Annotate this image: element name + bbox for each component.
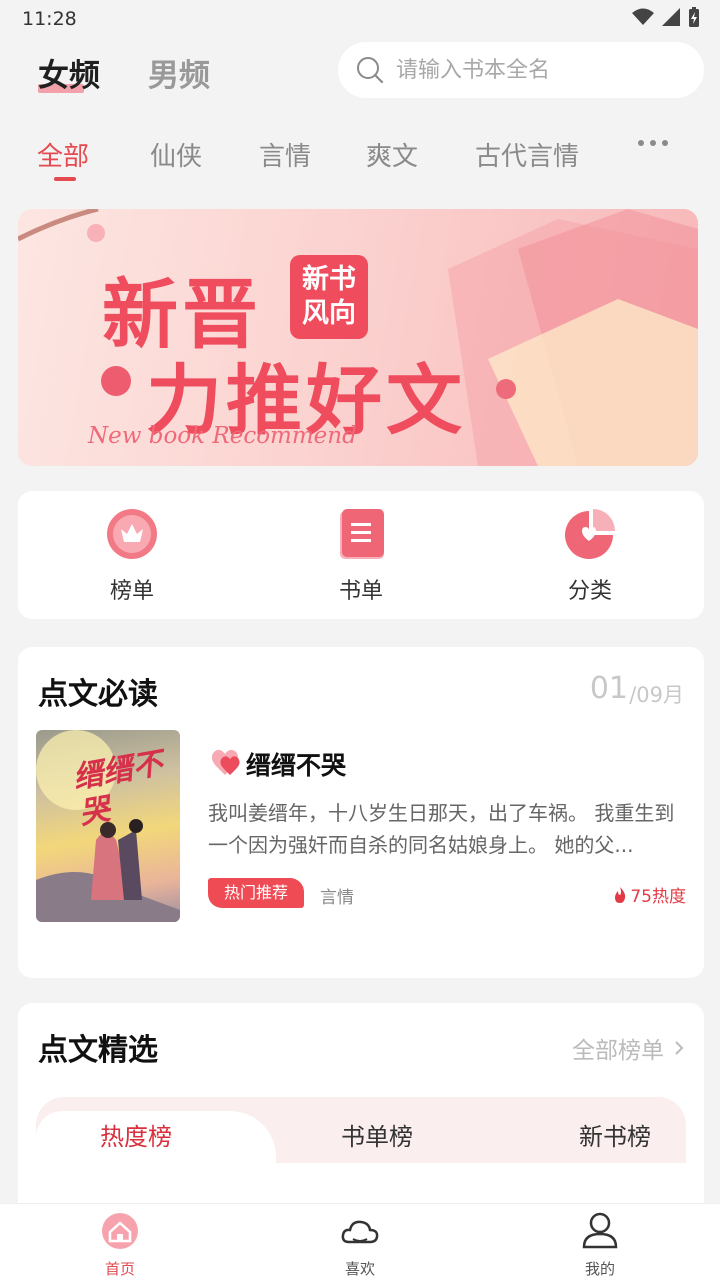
- status-time: 11:28: [22, 8, 77, 30]
- section-title-selection: 点文精选: [38, 1033, 158, 1068]
- tab-hot-ranking[interactable]: 热度榜: [100, 1117, 172, 1152]
- crown-icon: [107, 509, 157, 559]
- date-month: /09月: [629, 683, 684, 707]
- must-read-card: 点文必读 01 /09月 缙缙不哭 缙缙不哭 我叫姜缙年，十八岁生日那天，出了车…: [18, 647, 704, 978]
- category-tab-all[interactable]: 全部: [37, 136, 89, 173]
- genre-label: 言情: [320, 888, 354, 908]
- quick-entry-ranking[interactable]: 榜单: [72, 509, 192, 605]
- banner-badge-line2: 风向: [302, 298, 356, 329]
- home-icon: [102, 1213, 138, 1249]
- wifi-icon: [632, 8, 654, 25]
- status-icons: [632, 7, 700, 27]
- flame-icon: [615, 886, 626, 903]
- heart-badge-icon: [211, 749, 240, 775]
- more-categories-button[interactable]: [638, 140, 668, 146]
- quick-entry-label: 分类: [567, 579, 612, 604]
- search-icon: [357, 57, 384, 84]
- banner-badge: 新书 风向: [290, 255, 368, 339]
- chevron-right-icon: [675, 1041, 684, 1055]
- category-tab-xianxia[interactable]: 仙侠: [150, 136, 202, 173]
- nav-like[interactable]: 喜欢: [315, 1212, 405, 1279]
- book-description: 我叫姜缙年，十八岁生日那天，出了车祸。 我重生到一个因为强奸而自杀的同名姑娘身上…: [208, 801, 675, 857]
- book-cover[interactable]: 缙缙不哭: [36, 730, 180, 922]
- tab-booklist-ranking[interactable]: 书单榜: [341, 1117, 413, 1152]
- all-rankings-link[interactable]: 全部榜单: [572, 1031, 684, 1065]
- nav-home[interactable]: 首页: [75, 1212, 165, 1279]
- section-title-must-read: 点文必读: [38, 677, 158, 712]
- user-icon: [582, 1212, 618, 1249]
- nav-profile[interactable]: 我的: [555, 1212, 645, 1279]
- cloud-icon: [341, 1220, 379, 1244]
- tab-new-book-ranking[interactable]: 新书榜: [579, 1117, 651, 1152]
- category-active-indicator: [54, 177, 76, 181]
- heat-indicator: 75热度: [614, 882, 686, 907]
- category-pie-icon: [565, 509, 615, 559]
- battery-icon: [689, 7, 699, 27]
- category-tab-shuangwen[interactable]: 爽文: [366, 136, 418, 173]
- quick-entry-category[interactable]: 分类: [530, 509, 650, 605]
- signal-icon: [662, 8, 680, 26]
- banner-badge-line1: 新书: [302, 264, 356, 295]
- status-bar: 11:28: [0, 0, 720, 36]
- quick-entry-label: 榜单: [109, 579, 154, 604]
- search-input[interactable]: [396, 57, 686, 83]
- heat-value: 75热度: [630, 887, 686, 907]
- banner-subtitle: New book Recommend: [88, 423, 357, 449]
- booklist-icon: [340, 509, 384, 559]
- tab-female[interactable]: 女频: [38, 50, 100, 95]
- category-tab-ancient-romance[interactable]: 古代言情: [475, 136, 579, 173]
- date-day: 01: [589, 671, 628, 706]
- hot-recommend-badge: 热门推荐: [208, 878, 304, 908]
- all-rankings-label: 全部榜单: [572, 1038, 664, 1064]
- category-tab-romance[interactable]: 言情: [259, 136, 311, 173]
- tab-male[interactable]: 男频: [148, 50, 210, 95]
- quick-entry-card: 榜单 书单 分类: [18, 491, 704, 619]
- quick-entry-label: 书单: [338, 579, 383, 604]
- promo-banner[interactable]: 新晋 新书 风向 力推好文 New book Recommend: [18, 209, 698, 466]
- nav-label: 我的: [584, 1260, 615, 1278]
- search-bar[interactable]: [338, 42, 704, 98]
- nav-label: 喜欢: [344, 1260, 375, 1278]
- book-title[interactable]: 缙缙不哭: [246, 746, 346, 782]
- nav-label: 首页: [104, 1260, 135, 1278]
- bottom-nav: 首页 喜欢 我的: [0, 1203, 720, 1280]
- quick-entry-booklist[interactable]: 书单: [301, 509, 421, 605]
- ranking-tabs: 热度榜 书单榜 新书榜: [36, 1097, 686, 1163]
